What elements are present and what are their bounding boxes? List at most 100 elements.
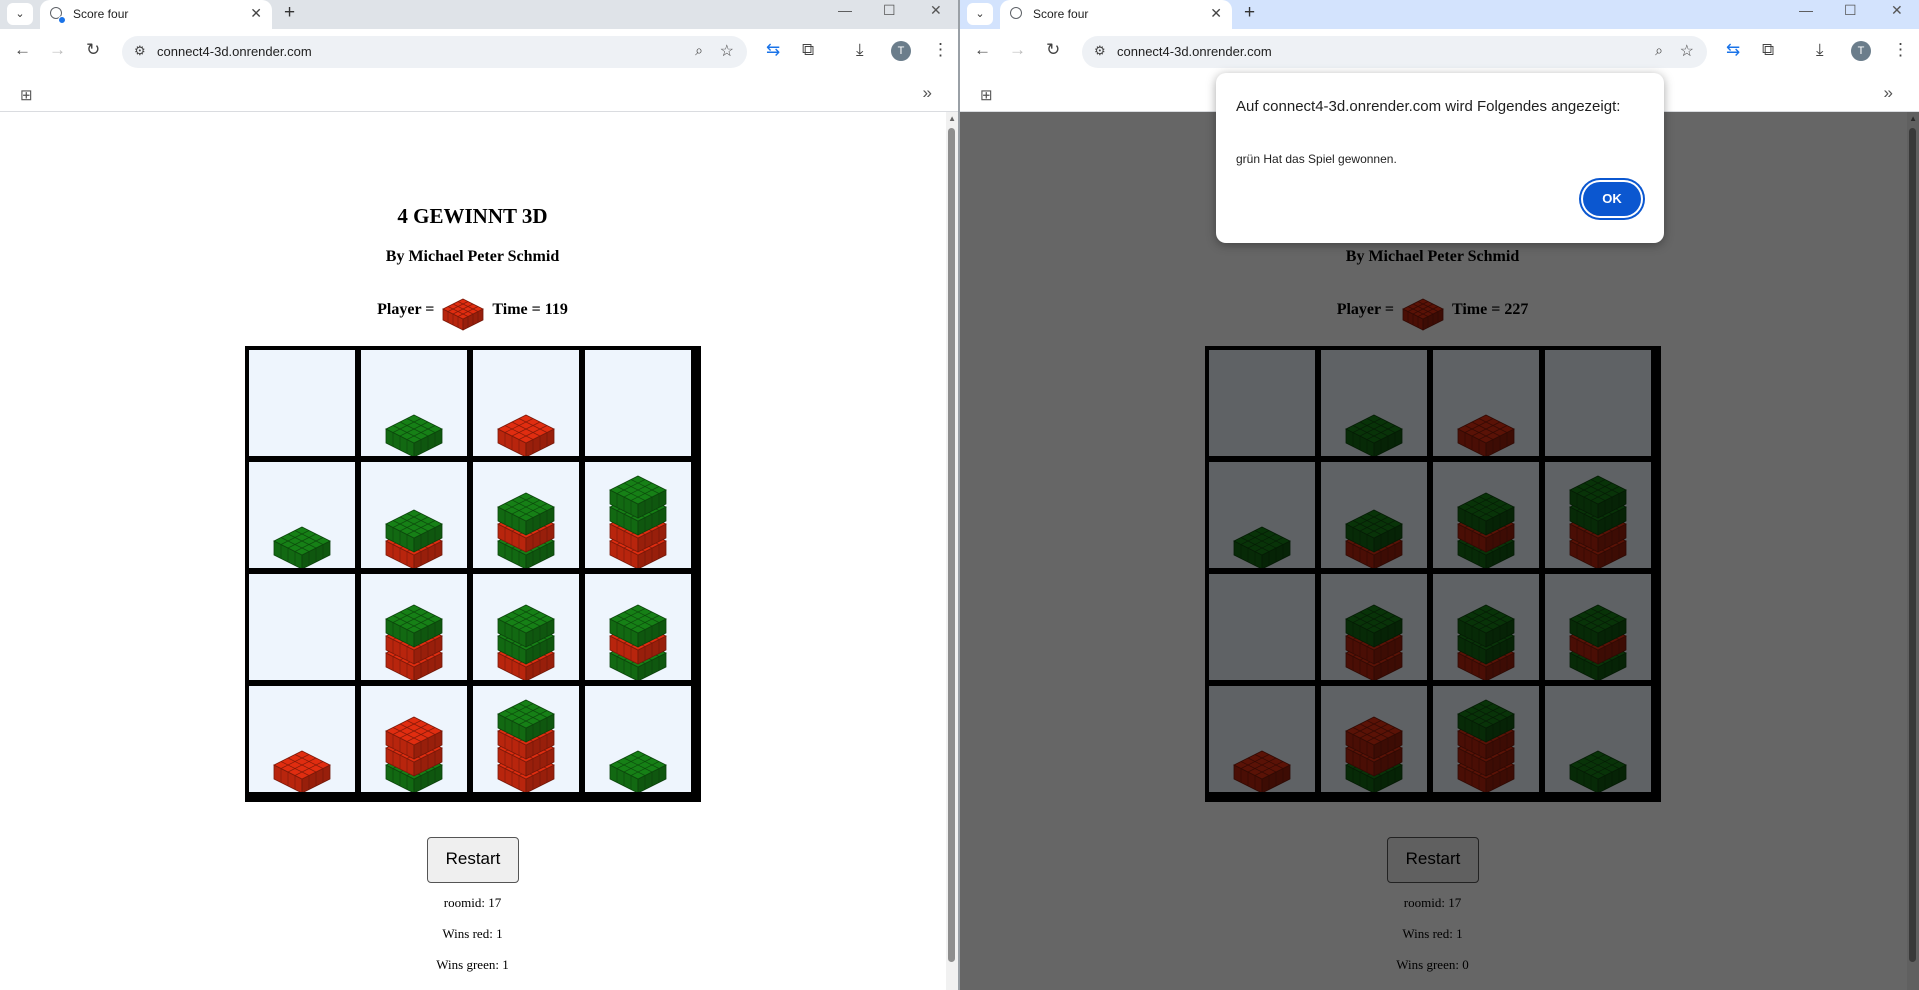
close-window-icon[interactable]: ✕ <box>930 2 942 19</box>
minimize-icon[interactable]: — <box>1799 2 1813 18</box>
cube-piece <box>385 414 443 456</box>
board-cell[interactable] <box>361 686 467 792</box>
back-icon[interactable]: ← <box>14 40 31 60</box>
dialog-message: grün Hat das Spiel gewonnen. <box>1236 152 1397 166</box>
stack-graphic <box>385 509 443 568</box>
scroll-thumb[interactable] <box>948 128 955 962</box>
new-tab-icon[interactable]: + <box>1244 2 1255 24</box>
maximize-icon[interactable]: ☐ <box>883 2 896 19</box>
download-icon[interactable]: ⤓ <box>1816 40 1824 60</box>
avatar[interactable]: T <box>891 41 911 61</box>
extensions-icon[interactable]: ⧉ <box>1762 40 1774 60</box>
scroll-up-icon[interactable]: ▲ <box>948 114 956 123</box>
stack-graphic <box>497 699 555 792</box>
board-cell[interactable] <box>361 574 467 680</box>
browser-tab[interactable]: Score four ✕ <box>1000 0 1232 29</box>
apps-icon[interactable]: ⊞ <box>980 86 993 104</box>
address-bar[interactable]: ⚙ connect4-3d.onrender.com ⌕ ☆ <box>1082 36 1707 68</box>
toolbar: ← → ↻ ⚙ connect4-3d.onrender.com ⌕ ☆ ⇆ ⧉… <box>960 29 1919 77</box>
chevron-more-icon[interactable]: » <box>1884 83 1893 103</box>
forward-icon[interactable]: → <box>49 40 66 60</box>
scrollbar[interactable]: ▲ <box>946 112 958 990</box>
stack-graphic <box>497 492 555 568</box>
board-cell[interactable] <box>585 350 691 456</box>
download-icon[interactable]: ⤓ <box>856 40 864 60</box>
back-icon[interactable]: ← <box>974 40 991 60</box>
stack-graphic <box>273 750 331 792</box>
roomid-label: roomid: <box>443 895 485 910</box>
board-cell[interactable] <box>585 462 691 568</box>
tab-strip: ⌄ Score four ✕ + — ☐ ✕ <box>0 0 958 29</box>
time-label: Time = <box>492 301 541 318</box>
url-text[interactable]: connect4-3d.onrender.com <box>157 44 312 59</box>
stack-graphic <box>497 414 555 456</box>
board-cell[interactable] <box>473 686 579 792</box>
maximize-icon[interactable]: ☐ <box>1844 2 1857 19</box>
player-label: Player = <box>377 301 435 318</box>
board-cell[interactable] <box>585 574 691 680</box>
wins-green-value: 1 <box>502 957 509 972</box>
tab-search-icon[interactable]: ⌄ <box>967 3 993 25</box>
kebab-menu-icon[interactable]: ⋮ <box>932 40 949 60</box>
board-cell[interactable] <box>361 462 467 568</box>
board-cell[interactable] <box>473 350 579 456</box>
zoom-icon[interactable]: ⌕ <box>695 42 703 59</box>
new-tab-icon[interactable]: + <box>284 2 295 24</box>
kebab-menu-icon[interactable]: ⋮ <box>1892 40 1909 60</box>
roomid-line: roomid: 17 <box>0 895 945 911</box>
wins-green-line: Wins green: 1 <box>0 957 945 973</box>
ok-button[interactable]: OK <box>1583 182 1641 216</box>
extensions-icon[interactable]: ⧉ <box>802 40 814 60</box>
tab-search-icon[interactable]: ⌄ <box>7 3 33 25</box>
board-cell[interactable] <box>249 462 355 568</box>
board-cell[interactable] <box>249 350 355 456</box>
board-cell[interactable] <box>585 686 691 792</box>
cube-piece <box>609 750 667 792</box>
address-bar[interactable]: ⚙ connect4-3d.onrender.com ⌕ ☆ <box>122 36 747 68</box>
avatar[interactable]: T <box>1851 41 1871 61</box>
board-cell[interactable] <box>473 462 579 568</box>
stack-graphic <box>609 604 667 680</box>
wins-red-line: Wins red: 1 <box>0 926 945 942</box>
restart-button[interactable]: Restart <box>427 837 519 883</box>
toolbar: ← → ↻ ⚙ connect4-3d.onrender.com ⌕ ☆ ⇆ ⧉… <box>0 29 958 77</box>
cube-piece <box>273 526 331 568</box>
url-text[interactable]: connect4-3d.onrender.com <box>1117 44 1272 59</box>
cube-piece <box>497 414 555 456</box>
stack-graphic <box>385 716 443 792</box>
current-player-cube <box>442 289 485 331</box>
zoom-icon[interactable]: ⌕ <box>1655 42 1663 59</box>
tab-strip: ⌄ Score four ✕ + — ☐ ✕ <box>960 0 1919 29</box>
alert-dialog: Auf connect4-3d.onrender.com wird Folgen… <box>1216 73 1664 243</box>
bookmarks-bar: ⊞ » <box>0 77 958 112</box>
translate-icon[interactable]: ⇆ <box>1726 40 1740 60</box>
author-line: By Michael Peter Schmid <box>385 248 560 265</box>
stack-graphic <box>585 350 691 456</box>
modal-overlay <box>960 112 1919 990</box>
close-icon[interactable]: ✕ <box>250 5 262 22</box>
board-cell[interactable] <box>473 574 579 680</box>
tune-icon[interactable]: ⚙ <box>134 43 146 59</box>
board-cell[interactable] <box>361 350 467 456</box>
apps-icon[interactable]: ⊞ <box>20 86 33 104</box>
reload-icon[interactable]: ↻ <box>1046 40 1060 60</box>
browser-window-left: ⌄ Score four ✕ + — ☐ ✕ ← → ↻ ⚙ connect4-… <box>0 0 958 990</box>
chevron-more-icon[interactable]: » <box>923 83 932 103</box>
tune-icon[interactable]: ⚙ <box>1094 43 1106 59</box>
browser-tab[interactable]: Score four ✕ <box>40 0 272 29</box>
stack-graphic <box>609 750 667 792</box>
board-cell[interactable] <box>249 686 355 792</box>
stack-graphic <box>609 475 667 568</box>
star-icon[interactable]: ☆ <box>1680 41 1694 61</box>
close-icon[interactable]: ✕ <box>1210 5 1222 22</box>
star-icon[interactable]: ☆ <box>720 41 734 61</box>
reload-icon[interactable]: ↻ <box>86 40 100 60</box>
close-window-icon[interactable]: ✕ <box>1891 2 1903 19</box>
time-value: 119 <box>544 301 568 318</box>
translate-icon[interactable]: ⇆ <box>766 40 780 60</box>
board-cell[interactable] <box>249 574 355 680</box>
minimize-icon[interactable]: — <box>838 2 852 18</box>
wins-green-label: Wins green: <box>436 957 499 972</box>
forward-icon[interactable]: → <box>1009 40 1026 60</box>
game-board <box>245 346 701 802</box>
